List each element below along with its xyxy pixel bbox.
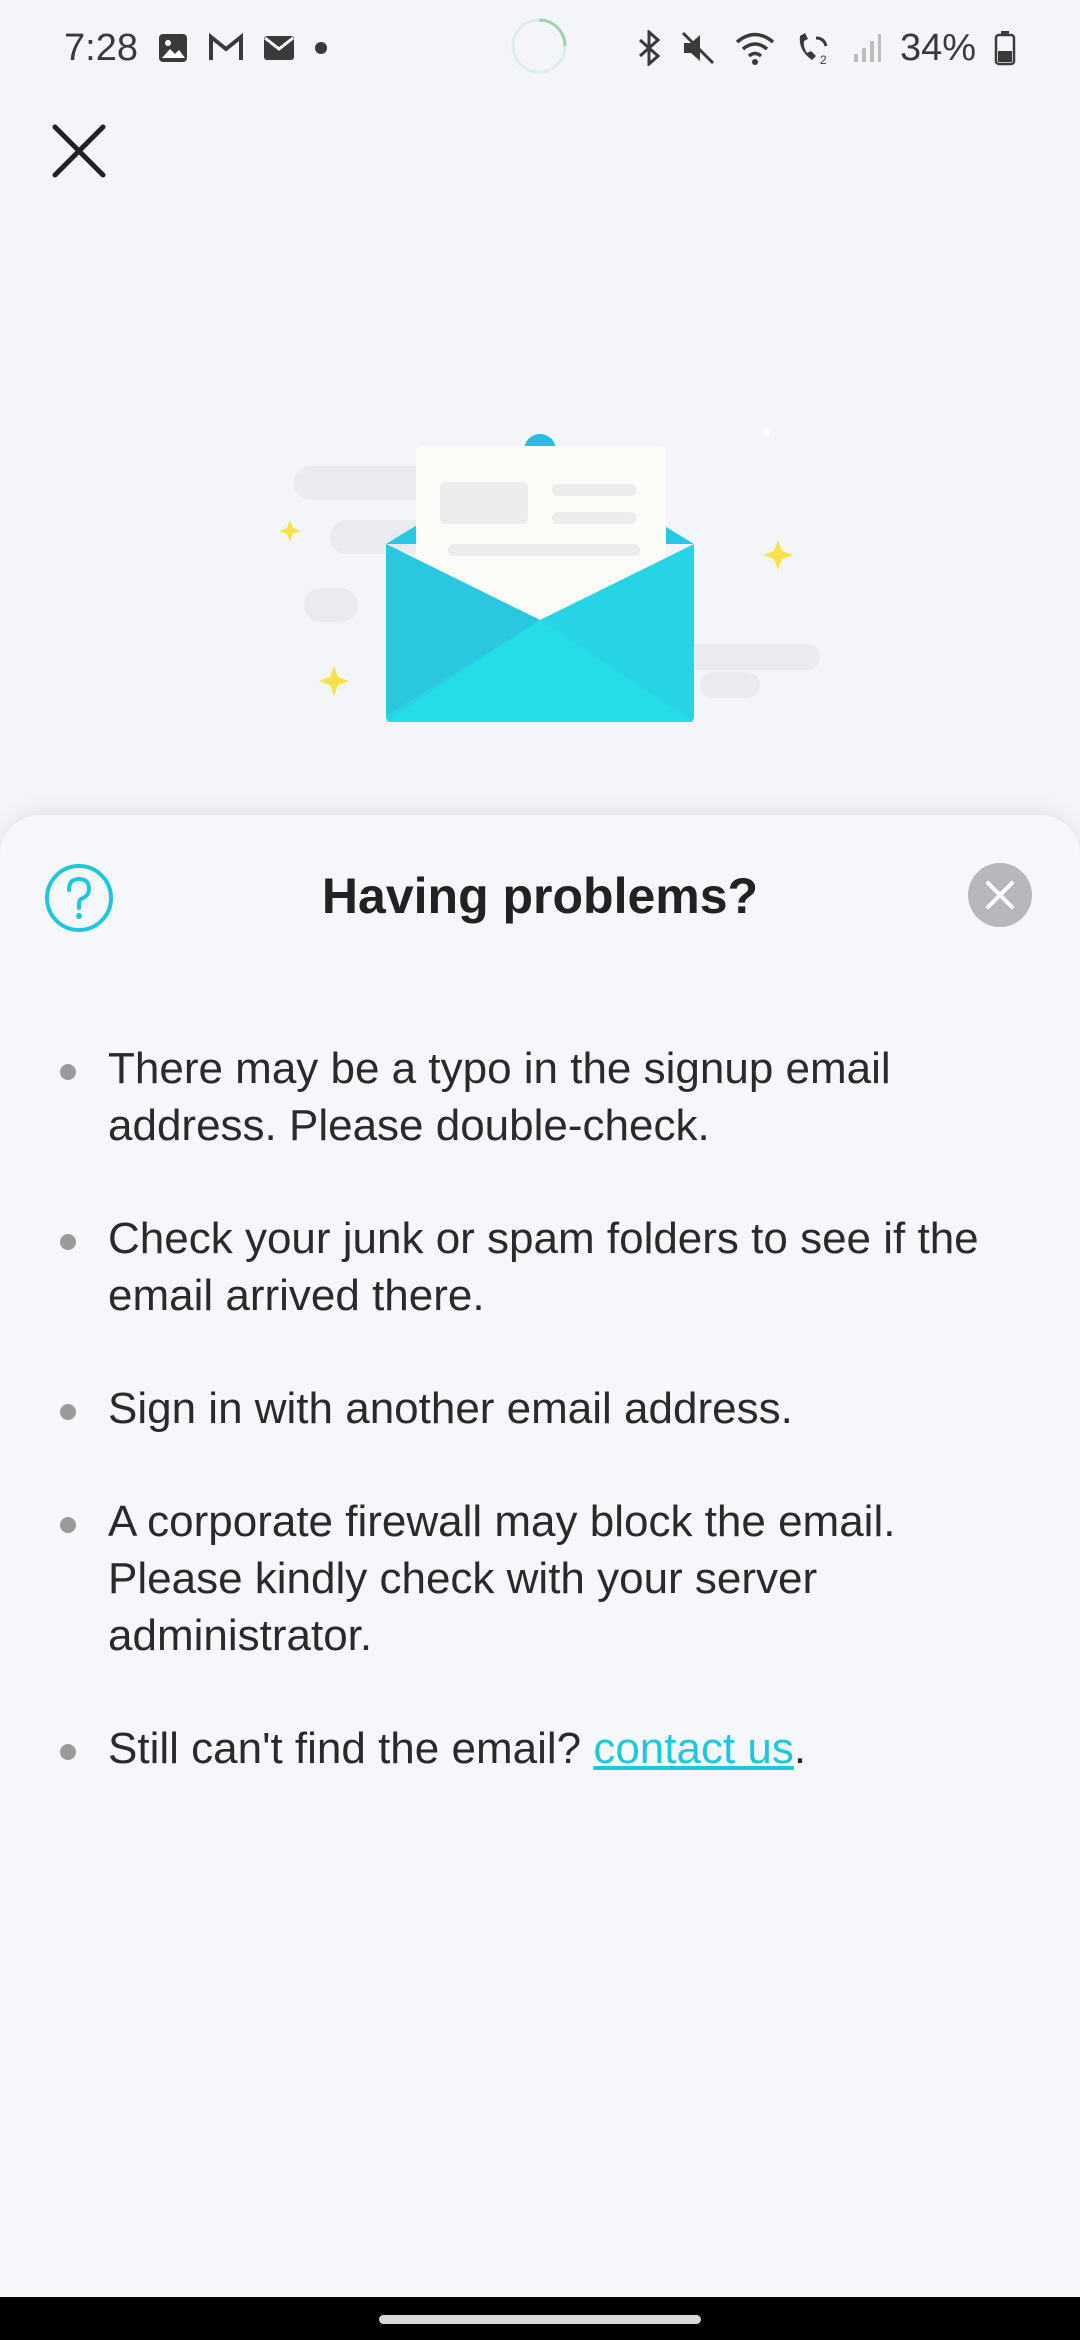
list-item: A corporate firewall may block the email…: [0, 1493, 1080, 1664]
battery-icon: [994, 30, 1016, 66]
problems-sheet: Having problems? There may be a typo in …: [0, 815, 1080, 2297]
status-left: 7:28: [64, 27, 328, 70]
mute-icon: [680, 30, 716, 66]
bullet-icon: [60, 1404, 76, 1420]
email-illustration: [270, 420, 830, 740]
signal-icon: [852, 32, 882, 64]
close-icon: [52, 124, 106, 178]
gmail-icon: [208, 33, 244, 63]
list-item: Check your junk or spam folders to see i…: [0, 1210, 1080, 1324]
bullet-icon: [60, 1744, 76, 1760]
list-item: Sign in with another email address.: [0, 1380, 1080, 1437]
sheet-header: Having problems?: [0, 815, 1080, 975]
home-handle[interactable]: [379, 2315, 701, 2324]
tip-text: Check your junk or spam folders to see i…: [108, 1214, 979, 1320]
tip-text: There may be a typo in the signup email …: [108, 1044, 891, 1150]
dot-icon: [314, 41, 328, 55]
tip-text: A corporate firewall may block the email…: [108, 1497, 896, 1660]
sparkle-icon: [279, 520, 301, 542]
sheet-close-button[interactable]: [968, 863, 1032, 927]
battery-percent: 34%: [899, 26, 976, 69]
wifi-call-icon: 2: [794, 30, 834, 66]
bullet-icon: [60, 1064, 76, 1080]
wifi-icon: [734, 30, 776, 66]
status-right: 2 34%: [636, 27, 1016, 70]
loading-spinner-icon: [510, 17, 568, 75]
tips-list: There may be a typo in the signup email …: [0, 1040, 1080, 1833]
tip-text: Sign in with another email address.: [108, 1384, 793, 1433]
close-button[interactable]: [44, 116, 114, 186]
list-item: There may be a typo in the signup email …: [0, 1040, 1080, 1154]
bullet-icon: [60, 1517, 76, 1533]
close-icon: [986, 881, 1014, 909]
status-time: 7:28: [64, 26, 138, 69]
list-item: Still can't find the email? contact us.: [0, 1720, 1080, 1777]
sparkle-icon: [319, 666, 349, 696]
tip-text-prefix: Still can't find the email?: [108, 1724, 594, 1773]
bullet-icon: [60, 1234, 76, 1250]
mail-icon: [262, 34, 296, 62]
gallery-icon: [156, 31, 190, 65]
sparkle-icon: [763, 540, 793, 570]
contact-us-link[interactable]: contact us: [593, 1724, 794, 1773]
navigation-bar: [0, 2297, 1080, 2340]
svg-text:2: 2: [820, 53, 827, 66]
sheet-title: Having problems?: [321, 868, 759, 924]
bluetooth-icon: [636, 30, 662, 66]
tip-text-suffix: .: [793, 1724, 807, 1773]
